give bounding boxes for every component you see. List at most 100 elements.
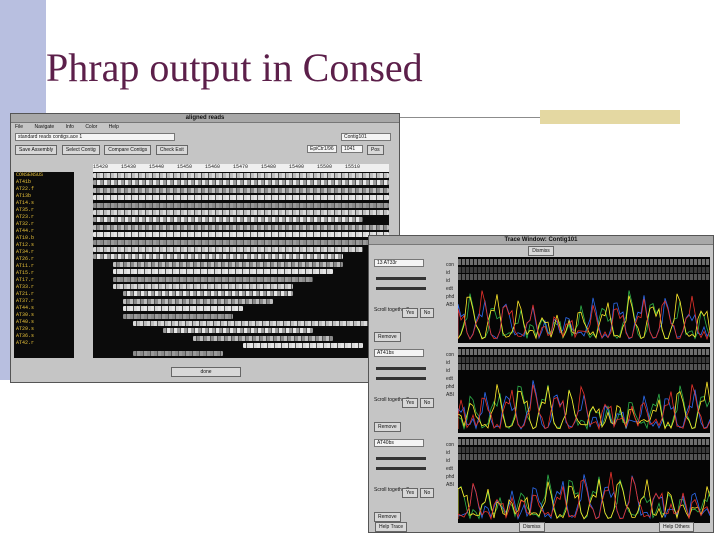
read-bar — [93, 224, 389, 230]
read-name[interactable]: AT22.f — [16, 186, 74, 193]
chromatogram-traces — [458, 471, 710, 521]
read-name[interactable]: AT41b — [16, 179, 74, 186]
no-button[interactable]: No — [419, 308, 435, 318]
trace-row-label: edt — [446, 286, 453, 292]
vertical-scale-slider[interactable] — [376, 287, 426, 290]
chromatogram-area[interactable] — [458, 437, 710, 523]
ruler-tick: 15510 — [345, 164, 361, 170]
vertical-scale-slider[interactable] — [376, 377, 426, 380]
contig-field[interactable]: Contig101 — [341, 133, 391, 141]
menu-help[interactable]: Help — [109, 124, 119, 130]
ruler-tick: 15440 — [149, 164, 165, 170]
trace-panel-controls: AT40bs Scroll together? Yes No Remove — [372, 437, 444, 523]
read-name[interactable]: CONSENSUS — [16, 172, 74, 179]
position-field[interactable]: EpiCtr1/96 — [307, 145, 337, 153]
chromatogram-traces — [458, 290, 710, 341]
trace-row-label: ABI — [446, 392, 455, 398]
trace-row-label: phd — [446, 384, 455, 390]
aligned-reads-titlebar[interactable]: aligned reads — [11, 114, 399, 123]
read-name[interactable]: AT26.r — [16, 256, 74, 263]
help-trace-button[interactable]: Help Trace — [375, 522, 408, 532]
help-others-button[interactable]: Help Others — [659, 522, 694, 532]
project-field[interactable]: standard reads contigs.ace 1 — [15, 133, 175, 141]
position-value[interactable]: 1041 — [341, 145, 363, 153]
aligned-reads-window: aligned reads File Navigate Info Color H… — [10, 113, 400, 383]
read-name[interactable]: AT37.r — [16, 298, 74, 305]
read-name[interactable]: AT42.r — [16, 340, 74, 347]
horizontal-scale-slider[interactable] — [376, 277, 426, 280]
trace-panel-controls: 13 AT33r Scroll together? Yes No Remove — [372, 257, 444, 343]
read-name[interactable]: AT15.r — [16, 270, 74, 277]
read-name[interactable]: AT14.s — [16, 200, 74, 207]
read-name[interactable]: AT23.r — [16, 214, 74, 221]
trace-row-labels: con id id edt phd ABI — [446, 351, 454, 399]
aligned-menubar: File Navigate Info Color Help — [11, 123, 399, 131]
chromatogram-area[interactable] — [458, 347, 710, 433]
yes-button[interactable]: Yes — [402, 308, 419, 318]
remove-button[interactable]: Remove — [374, 332, 401, 342]
save-assembly-button[interactable]: Save Assembly — [15, 145, 58, 155]
no-button[interactable]: No — [419, 488, 435, 498]
trace-row-label: phd — [446, 474, 455, 480]
scroll-together-toggle: Yes No — [402, 308, 435, 318]
read-name[interactable]: AT44.r — [16, 228, 74, 235]
menu-file[interactable]: File — [15, 124, 23, 130]
read-name[interactable]: AT40.s — [16, 319, 74, 326]
ruler-tick: 15430 — [121, 164, 137, 170]
read-name[interactable]: AT34.r — [16, 249, 74, 256]
read-name[interactable]: AT21.r — [16, 291, 74, 298]
read-bar — [93, 247, 363, 252]
menu-info[interactable]: Info — [66, 124, 74, 130]
vertical-scale-slider[interactable] — [376, 467, 426, 470]
trace-line — [458, 474, 710, 520]
chromatogram-area[interactable] — [458, 257, 710, 343]
read-name-field[interactable]: 13 AT33r — [374, 259, 424, 267]
dismiss-button[interactable]: Dismiss — [519, 522, 545, 532]
read-name[interactable]: AT32.r — [16, 221, 74, 228]
trace-row-label: ABI — [446, 302, 455, 308]
read-name[interactable]: AT10.b — [16, 235, 74, 242]
trace-row-label: id — [446, 278, 450, 284]
read-name[interactable]: AT29.s — [16, 326, 74, 333]
horizontal-scale-slider[interactable] — [376, 367, 426, 370]
menu-navigate[interactable]: Navigate — [34, 124, 54, 130]
done-button[interactable]: done — [171, 367, 241, 377]
ruler-tick: 15460 — [205, 164, 221, 170]
read-name-field[interactable]: AT41bs — [374, 349, 424, 357]
horizontal-scale-slider[interactable] — [376, 457, 426, 460]
dismiss-top-button[interactable]: Dismiss — [528, 246, 554, 256]
base-call-strip — [458, 364, 710, 370]
yes-button[interactable]: Yes — [402, 488, 419, 498]
read-name[interactable]: AT33.r — [16, 284, 74, 291]
base-call-strip — [458, 447, 710, 453]
check-exit-button[interactable]: Check Exit — [155, 145, 188, 155]
remove-button[interactable]: Remove — [374, 422, 401, 432]
select-contig-button[interactable]: Select Contig — [61, 145, 100, 155]
read-name-field[interactable]: AT40bs — [374, 439, 424, 447]
read-bar — [163, 328, 313, 334]
read-name-list[interactable]: CONSENSUS AT41b AT22.f AT13b AT14.s AT35.r AT2… — [14, 172, 74, 358]
read-bar — [133, 350, 223, 356]
read-name[interactable]: AT12.s — [16, 242, 74, 249]
read-bar — [93, 195, 389, 201]
no-button[interactable]: No — [419, 398, 435, 408]
aligned-reads-area[interactable] — [93, 172, 389, 358]
ruler-tick: 15480 — [261, 164, 277, 170]
yes-button[interactable]: Yes — [402, 398, 419, 408]
compare-contigs-button[interactable]: Compare Contigs — [104, 145, 152, 155]
menu-color[interactable]: Color — [85, 124, 97, 130]
read-name[interactable]: AT13b — [16, 193, 74, 200]
read-name[interactable]: AT30.s — [16, 312, 74, 319]
trace-line — [458, 479, 710, 520]
trace-row-label: con — [446, 262, 455, 268]
pos-button[interactable]: Pos — [367, 145, 384, 155]
aligned-button-row: Save Assembly Select Contig Compare Cont… — [11, 143, 399, 155]
read-name[interactable]: AT17.r — [16, 277, 74, 284]
read-name[interactable]: AT11.r — [16, 263, 74, 270]
read-bar — [93, 173, 389, 178]
read-name[interactable]: AT35.r — [16, 207, 74, 214]
trace-titlebar[interactable]: Trace Window: Contig101 — [369, 236, 713, 245]
read-name[interactable]: AT44.s — [16, 305, 74, 312]
read-name[interactable]: AT36.s — [16, 333, 74, 340]
read-bar — [93, 254, 343, 260]
